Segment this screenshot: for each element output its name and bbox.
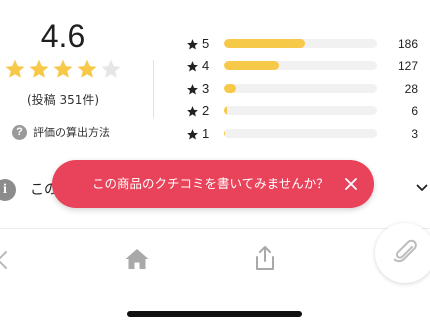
divider [153,60,154,118]
toast-message: この商品のクチコミを書いてみませんか？ [92,176,329,191]
rating-summary: 4.6 (投稿 351件) ? 評価の算出方法 [0,0,140,150]
star-filled-icon [29,59,49,78]
write-review-toast[interactable]: この商品のクチコミを書いてみませんか？ [52,160,374,208]
star-level-label: 3 [202,80,210,96]
distribution-bar-fill [224,106,227,116]
review-count: 6 [411,104,418,119]
question-icon: ? [12,124,27,140]
star-level-label: 1 [202,125,210,141]
review-count: 186 [397,37,418,51]
distribution-row: 2 6 [186,101,422,123]
star-filled-icon [53,59,73,78]
home-indicator [127,311,302,317]
rating-distribution: 5 186 4 127 3 28 2 6 1 3 [186,34,422,146]
star-icon [187,83,198,95]
distribution-bar-fill [224,39,306,48]
distribution-row: 3 28 [186,79,422,101]
review-count: 3 [411,126,418,141]
star-icon [187,39,198,50]
distribution-bar-fill [224,128,226,138]
chevron-down-icon[interactable] [416,183,428,193]
distribution-row: 5 186 [186,34,422,56]
review-count: 28 [404,81,418,96]
star-level-label: 5 [202,36,210,51]
distribution-bar-track [224,128,377,138]
star-icon [187,106,198,117]
star-icon [187,61,198,72]
distribution-bar-fill [224,83,237,93]
distribution-bar-track [224,61,377,71]
share-icon[interactable] [254,245,276,271]
star-icon [187,128,198,140]
star-level-label: 4 [202,58,210,74]
clip-button[interactable] [375,223,430,283]
back-icon[interactable] [0,250,8,270]
review-count: 127 [397,59,418,74]
post-count: (投稿 351件) [26,93,100,107]
home-icon[interactable] [124,247,150,271]
average-score: 4.6 [40,18,86,54]
distribution-bar-track [224,106,377,116]
bottom-toolbar [0,229,430,289]
distribution-bar-track [224,83,377,93]
paperclip-icon [393,239,417,263]
star-filled-icon [77,59,97,78]
distribution-bar-fill [224,61,280,71]
star-empty-icon [101,59,121,78]
rating-calculation-label: 評価の算出方法 [33,126,110,139]
close-icon[interactable] [344,177,358,191]
distribution-row: 4 127 [186,56,422,78]
star-filled-icon [5,59,25,78]
rating-calculation-link[interactable]: ? 評価の算出方法 [12,122,110,142]
distribution-bar-track [224,39,377,48]
distribution-row: 1 3 [186,124,422,146]
info-icon: i [0,179,16,201]
star-rating [4,58,122,82]
star-level-label: 2 [202,103,210,119]
